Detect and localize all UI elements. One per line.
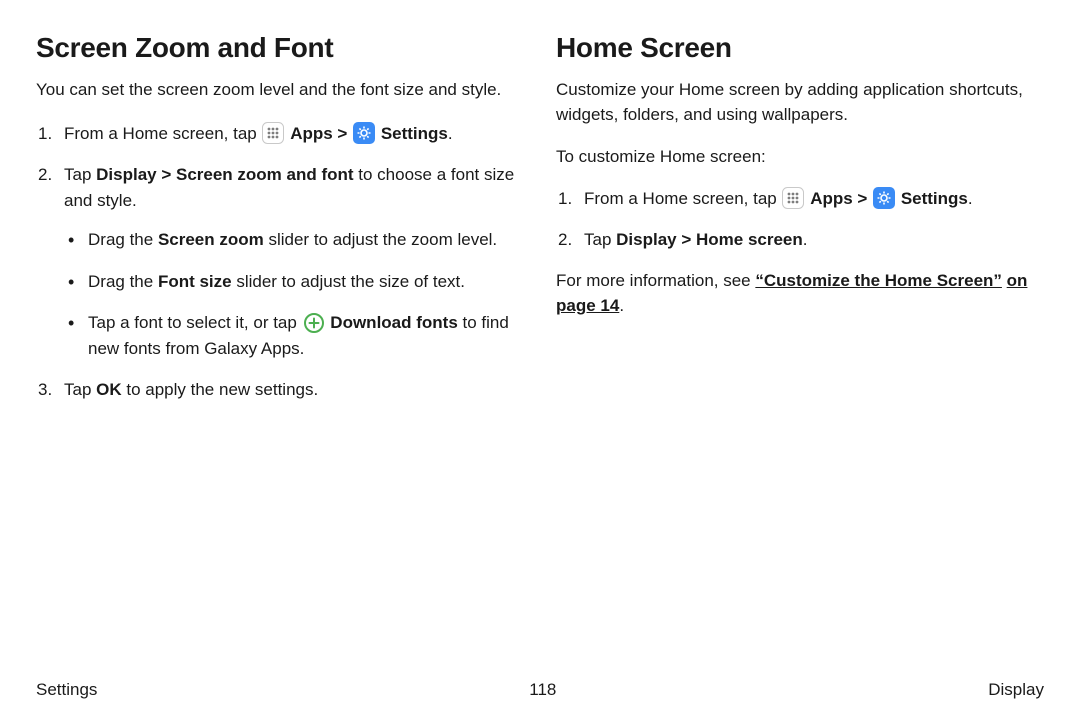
step2-a: Tap (64, 165, 96, 184)
footer-page-number: 118 (529, 680, 556, 700)
customize-home-link[interactable]: “Customize the Home Screen” (755, 271, 1002, 290)
b3a: Tap a font to select it, or tap (88, 313, 302, 332)
step-2-left: Tap Display > Screen zoom and font to ch… (64, 162, 524, 361)
heading-home-screen: Home Screen (556, 32, 1044, 64)
b1a: Drag the (88, 230, 158, 249)
chevron-right-1: > (853, 189, 872, 208)
b2c: slider to adjust the size of text. (232, 272, 465, 291)
heading-screen-zoom: Screen Zoom and Font (36, 32, 524, 64)
b2b: Font size (158, 272, 232, 291)
footer-left: Settings (36, 680, 97, 700)
step-1-left: From a Home screen, tap Apps > Settings. (64, 121, 524, 147)
page-footer: Settings 118 Display (36, 680, 1044, 700)
period: . (448, 124, 453, 143)
s3b: OK (96, 380, 122, 399)
more-a: For more information, see (556, 271, 755, 290)
plus-icon (303, 312, 325, 334)
r2b: Display > Home screen (616, 230, 803, 249)
bullets-left: Drag the Screen zoom slider to adjust th… (64, 227, 524, 361)
r-step1-pre: From a Home screen, tap (584, 189, 781, 208)
r-apps-label: Apps (810, 189, 853, 208)
more-info: For more information, see “Customize the… (556, 269, 1044, 318)
steps-left: From a Home screen, tap Apps > Settings.… (36, 121, 524, 403)
chevron-left-1: > (333, 124, 352, 143)
step-3-left: Tap OK to apply the new settings. (64, 377, 524, 403)
more-c: . (619, 296, 624, 315)
b1b: Screen zoom (158, 230, 264, 249)
r-period: . (968, 189, 973, 208)
apps-icon (262, 122, 284, 144)
settings-icon (353, 122, 375, 144)
b3b: Download fonts (330, 313, 457, 332)
bullet-font-size: Drag the Font size slider to adjust the … (88, 269, 524, 295)
lead-left: You can set the screen zoom level and th… (36, 78, 524, 103)
step2-b: Display > Screen zoom and font (96, 165, 353, 184)
settings-label: Settings (381, 124, 448, 143)
s3a: Tap (64, 380, 96, 399)
bullet-zoom: Drag the Screen zoom slider to adjust th… (88, 227, 524, 253)
right-column: Home Screen Customize your Home screen b… (556, 32, 1044, 419)
r-settings-label: Settings (901, 189, 968, 208)
b1c: slider to adjust the zoom level. (264, 230, 497, 249)
left-column: Screen Zoom and Font You can set the scr… (36, 32, 524, 419)
r2a: Tap (584, 230, 616, 249)
steps-right: From a Home screen, tap Apps > Settings.… (556, 186, 1044, 253)
apps-icon (782, 187, 804, 209)
footer-right: Display (988, 680, 1044, 700)
r2c: . (803, 230, 808, 249)
step-1-right: From a Home screen, tap Apps > Settings. (584, 186, 1044, 212)
intro-right: To customize Home screen: (556, 145, 1044, 170)
settings-icon (873, 187, 895, 209)
b2a: Drag the (88, 272, 158, 291)
s3c: to apply the new settings. (122, 380, 319, 399)
step-2-right: Tap Display > Home screen. (584, 227, 1044, 253)
step1-pre: From a Home screen, tap (64, 124, 261, 143)
bullet-download-fonts: Tap a font to select it, or tap Download… (88, 310, 524, 361)
lead-right: Customize your Home screen by adding app… (556, 78, 1044, 127)
apps-label: Apps (290, 124, 333, 143)
